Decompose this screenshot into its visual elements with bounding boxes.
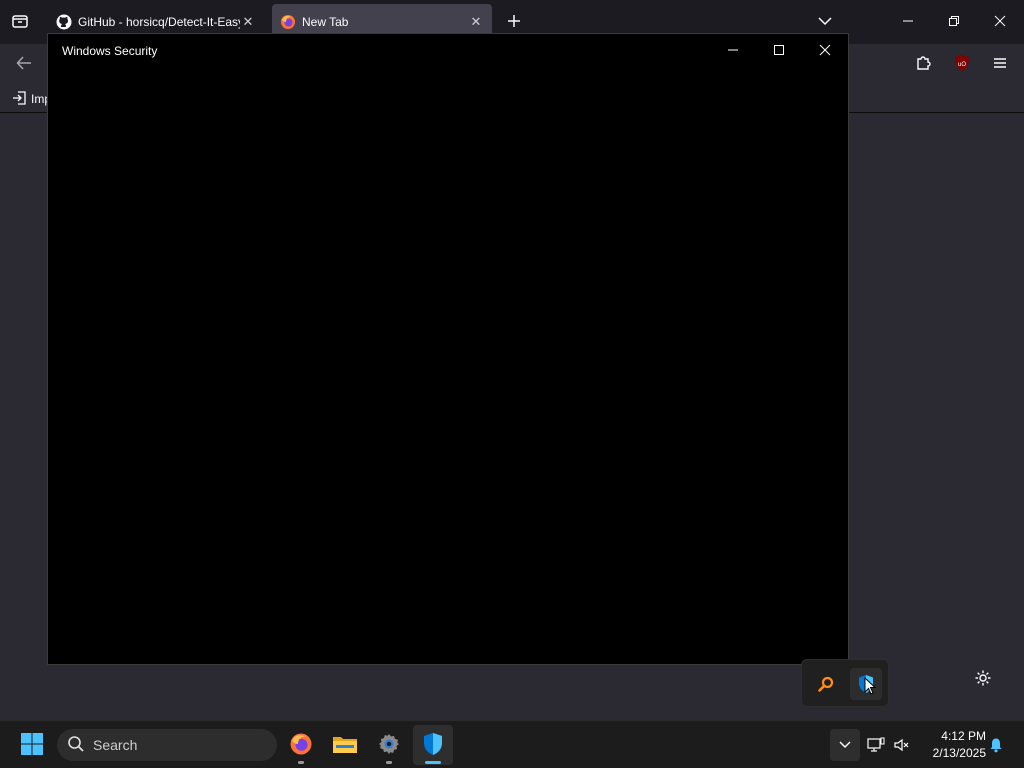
windows-security-window[interactable]: Windows Security	[47, 33, 849, 665]
windows-security-icon	[422, 732, 444, 759]
bookmark-import[interactable]: Imp	[12, 90, 51, 108]
start-button[interactable]	[16, 729, 48, 761]
chevron-down-icon	[839, 738, 851, 752]
search-label: Search	[93, 737, 138, 753]
minimize-icon	[902, 15, 914, 30]
ublock-origin-button[interactable]: uO	[948, 52, 976, 76]
tab-close-icon[interactable]: ✕	[240, 14, 256, 30]
tray-app-search-icon[interactable]	[810, 668, 842, 700]
close-icon	[819, 44, 831, 59]
show-hidden-icons-button[interactable]	[830, 729, 860, 761]
tab-list-button[interactable]	[8, 10, 32, 34]
tab-title: New Tab	[302, 15, 349, 29]
network-icon[interactable]	[866, 735, 886, 755]
browser-minimize-button[interactable]	[892, 6, 924, 38]
ublock-origin-icon: uO	[953, 54, 971, 75]
plus-icon	[507, 14, 521, 31]
running-indicator	[386, 761, 392, 764]
firefox-icon	[289, 732, 313, 759]
taskbar-file-explorer[interactable]	[325, 725, 365, 765]
tab-title: GitHub - horsicq/Detect-It-Easy	[78, 15, 240, 29]
import-icon	[12, 90, 26, 108]
running-indicator	[298, 761, 304, 764]
windows-logo-icon	[20, 732, 44, 759]
github-icon	[56, 14, 72, 30]
tab-list-icon	[11, 13, 29, 32]
firefox-icon	[280, 14, 296, 30]
new-tab-settings-button[interactable]	[970, 666, 996, 692]
taskbar-windows-security[interactable]	[413, 725, 453, 765]
volume-muted-icon[interactable]	[892, 735, 912, 755]
taskbar-settings[interactable]	[369, 725, 409, 765]
list-all-tabs-button[interactable]	[813, 10, 837, 34]
back-button[interactable]	[10, 52, 38, 76]
svg-text:uO: uO	[958, 62, 966, 68]
search-icon	[67, 735, 85, 756]
clock-time: 4:12 PM	[941, 729, 986, 743]
gear-icon	[974, 669, 992, 690]
taskbar-search[interactable]: Search	[57, 729, 277, 761]
browser-close-button[interactable]	[984, 6, 1016, 38]
maximize-button[interactable]	[756, 36, 802, 66]
tab-close-icon[interactable]: ✕	[468, 14, 484, 30]
chevron-down-icon	[818, 15, 832, 29]
active-indicator	[425, 761, 441, 764]
taskbar: Search 4:12 PM 2/13/2025	[0, 720, 1024, 768]
window-title: Windows Security	[62, 44, 158, 58]
extensions-button[interactable]	[910, 52, 938, 76]
close-icon	[994, 15, 1006, 30]
file-explorer-icon	[332, 733, 358, 758]
notification-bell-icon[interactable]	[986, 735, 1006, 755]
puzzle-icon	[915, 54, 933, 75]
browser-restore-button[interactable]	[938, 6, 970, 38]
maximize-icon	[773, 44, 785, 59]
minimize-button[interactable]	[710, 36, 756, 66]
system-clock[interactable]: 4:12 PM 2/13/2025	[920, 728, 986, 762]
app-menu-button[interactable]	[986, 52, 1014, 76]
close-button[interactable]	[802, 36, 848, 66]
settings-icon	[377, 732, 401, 759]
minimize-icon	[727, 44, 739, 59]
new-tab-button[interactable]	[502, 10, 526, 34]
clock-date: 2/13/2025	[932, 746, 986, 760]
hamburger-menu-icon	[992, 56, 1008, 73]
restore-icon	[948, 15, 960, 30]
mouse-cursor-icon	[864, 676, 877, 698]
taskbar-firefox[interactable]	[281, 725, 321, 765]
arrow-left-icon	[16, 55, 32, 73]
